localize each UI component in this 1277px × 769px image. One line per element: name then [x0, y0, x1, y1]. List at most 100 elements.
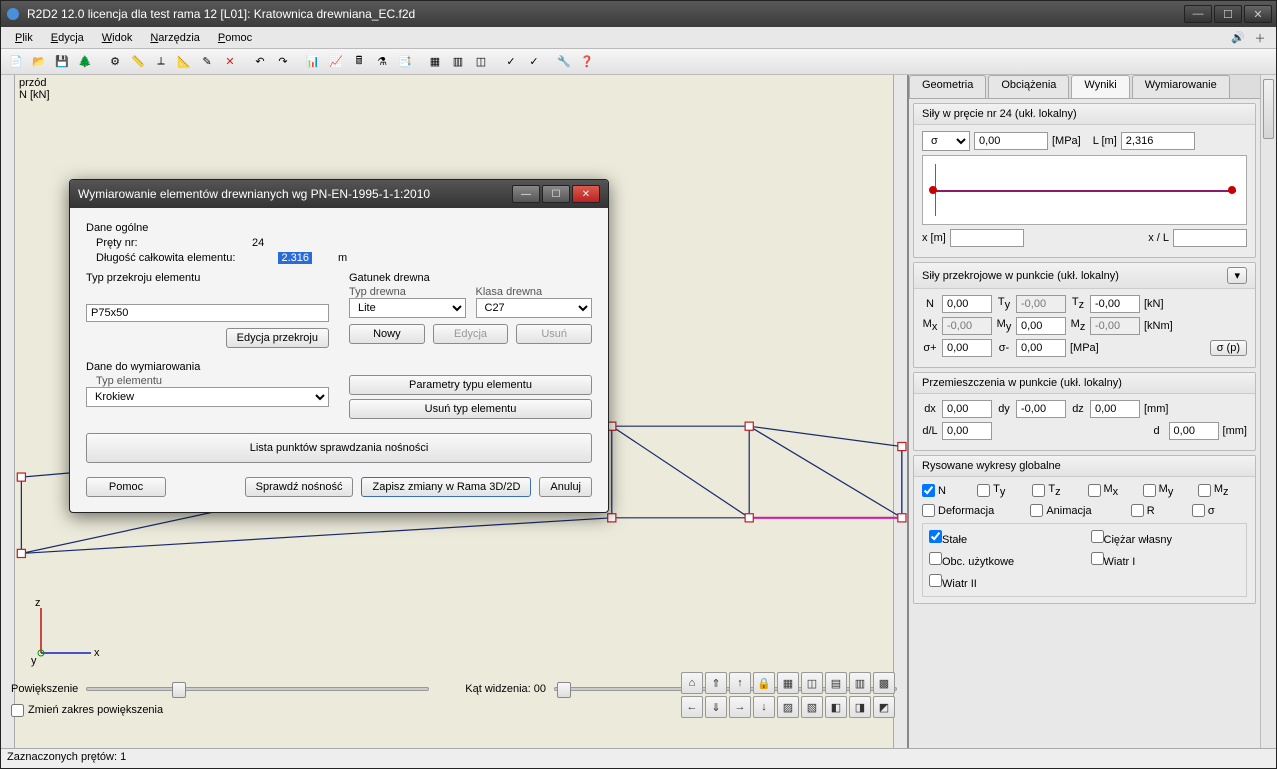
tb-open-icon[interactable]: 📂 [28, 51, 50, 73]
dz-input[interactable] [1090, 400, 1140, 418]
x-input[interactable] [950, 229, 1024, 247]
przekroj-input[interactable] [86, 304, 329, 322]
tab-obciazenia[interactable]: Obciążenia [988, 75, 1069, 98]
sigmap-input[interactable] [942, 339, 992, 357]
tb-calc3-icon[interactable]: 🖩 [348, 51, 370, 73]
lista-button[interactable]: Lista punktów sprawdzania nośności [86, 433, 592, 463]
tb-check-icon[interactable]: ✓ [500, 51, 522, 73]
nav-v5-icon[interactable]: ▩ [873, 672, 895, 694]
L-value-input[interactable] [1121, 132, 1195, 150]
tb-tree-icon[interactable]: 🌲 [74, 51, 96, 73]
nav-right-icon[interactable]: → [729, 696, 751, 718]
chk-R[interactable] [1131, 504, 1144, 517]
maximize-button[interactable]: ☐ [1214, 5, 1242, 23]
param-button[interactable]: Parametry typu elementu [349, 375, 592, 395]
nav-v3-icon[interactable]: ▤ [825, 672, 847, 694]
zapisz-button[interactable]: Zapisz zmiany w Rama 3D/2D [361, 477, 531, 497]
chk-Tz[interactable] [1032, 484, 1045, 497]
nav-home-icon[interactable]: ⌂ [681, 672, 703, 694]
tb-calc2-icon[interactable]: 📈 [325, 51, 347, 73]
menu-pomoc[interactable]: Pomoc [210, 30, 260, 46]
nav-up2-icon[interactable]: ⇑ [705, 672, 727, 694]
sigma-select[interactable]: σ [922, 131, 970, 151]
nav-v4-icon[interactable]: ▥ [849, 672, 871, 694]
tb-check2-icon[interactable]: ✓ [523, 51, 545, 73]
tab-wymiarowanie[interactable]: Wymiarowanie [1132, 75, 1230, 98]
tb-measure-icon[interactable]: 📐 [173, 51, 195, 73]
tb-calc4-icon[interactable]: ⚗ [371, 51, 393, 73]
nav-v2-icon[interactable]: ◫ [801, 672, 823, 694]
d-input[interactable] [1169, 422, 1219, 440]
chk-wiatr1[interactable] [1091, 552, 1104, 565]
chk-N[interactable] [922, 484, 935, 497]
sigmam-input[interactable] [1016, 339, 1066, 357]
tb-edit-icon[interactable]: ✎ [196, 51, 218, 73]
chk-sigma[interactable] [1192, 504, 1205, 517]
chk-def[interactable] [922, 504, 935, 517]
menu-plik[interactable]: Plik [7, 30, 41, 46]
tb-help-icon[interactable]: ❓ [576, 51, 598, 73]
menu-edycja[interactable]: Edycja [43, 30, 92, 46]
chk-My[interactable] [1143, 484, 1156, 497]
minimize-button[interactable]: — [1184, 5, 1212, 23]
nav-down-icon[interactable]: ↓ [753, 696, 775, 718]
nav-up-icon[interactable]: ↑ [729, 672, 751, 694]
chk-anim[interactable] [1030, 504, 1043, 517]
chk-Ty[interactable] [977, 484, 990, 497]
dx-input[interactable] [942, 400, 992, 418]
tb-support-icon[interactable]: ⟂ [150, 51, 172, 73]
chk-stale[interactable] [929, 530, 942, 543]
typ-elem-select[interactable]: Krokiew [86, 387, 329, 407]
xL-input[interactable] [1173, 229, 1247, 247]
usun-typ-button[interactable]: Usuń typ elementu [349, 399, 592, 419]
tab-geometria[interactable]: Geometria [909, 75, 986, 98]
tb-bar-icon[interactable]: 📏 [127, 51, 149, 73]
sprawdz-button[interactable]: Sprawdź nośność [245, 477, 354, 497]
nav-v1-icon[interactable]: ▦ [777, 672, 799, 694]
zoom-range-checkbox[interactable] [11, 704, 24, 717]
tb-undo-icon[interactable]: ↶ [249, 51, 271, 73]
dialog-maximize-icon[interactable]: ☐ [542, 185, 570, 203]
chk-wiatr2[interactable] [929, 574, 942, 587]
typ-drewna-select[interactable]: Lite [349, 298, 466, 318]
My-input[interactable] [1016, 317, 1066, 335]
dy-input[interactable] [1016, 400, 1066, 418]
tb-grid-icon[interactable]: ▦ [424, 51, 446, 73]
nav-v6-icon[interactable]: ▨ [777, 696, 799, 718]
tab-wyniki[interactable]: Wyniki [1071, 75, 1129, 98]
menu-tool-sound-icon[interactable]: 🔊 [1228, 29, 1248, 47]
zoom-slider[interactable] [86, 687, 429, 691]
menu-tool-plus-icon[interactable]: ＋ [1250, 29, 1270, 47]
menu-narzedzia[interactable]: Narzędzia [142, 30, 208, 46]
close-button[interactable]: ✕ [1244, 5, 1272, 23]
sigma-value-input[interactable] [974, 132, 1048, 150]
dialog-minimize-icon[interactable]: — [512, 185, 540, 203]
dL-input[interactable] [942, 422, 992, 440]
tb-redo-icon[interactable]: ↷ [272, 51, 294, 73]
dialog-close-icon[interactable]: ✕ [572, 185, 600, 203]
tb-calc1-icon[interactable]: 📊 [302, 51, 324, 73]
anuluj-button[interactable]: Anuluj [539, 477, 592, 497]
tb-snap-icon[interactable]: ▥ [447, 51, 469, 73]
chk-ciezar[interactable] [1091, 530, 1104, 543]
tb-settings-icon[interactable]: 🔧 [553, 51, 575, 73]
nav-v8-icon[interactable]: ◧ [825, 696, 847, 718]
nav-left-icon[interactable]: ← [681, 696, 703, 718]
klasa-select[interactable]: C27 [476, 298, 593, 318]
chk-Mz[interactable] [1198, 484, 1211, 497]
edycja-przekroju-button[interactable]: Edycja przekroju [226, 328, 329, 348]
sigma-p-button[interactable]: σ (p) [1210, 340, 1247, 356]
panel-scrollbar[interactable] [1260, 75, 1276, 748]
tb-save-icon[interactable]: 💾 [51, 51, 73, 73]
Tz-input[interactable] [1090, 295, 1140, 313]
tb-new-icon[interactable]: 📄 [5, 51, 27, 73]
tb-report-icon[interactable]: 📑 [394, 51, 416, 73]
pomoc-button[interactable]: Pomoc [86, 477, 166, 497]
N-input[interactable] [942, 295, 992, 313]
chk-Mx[interactable] [1088, 484, 1101, 497]
nowy-button[interactable]: Nowy [349, 324, 425, 344]
tb-delete-icon[interactable]: ✕ [219, 51, 241, 73]
nav-down2-icon[interactable]: ⇓ [705, 696, 727, 718]
nav-v7-icon[interactable]: ▧ [801, 696, 823, 718]
section-expand-icon[interactable]: ▾ [1227, 267, 1247, 284]
